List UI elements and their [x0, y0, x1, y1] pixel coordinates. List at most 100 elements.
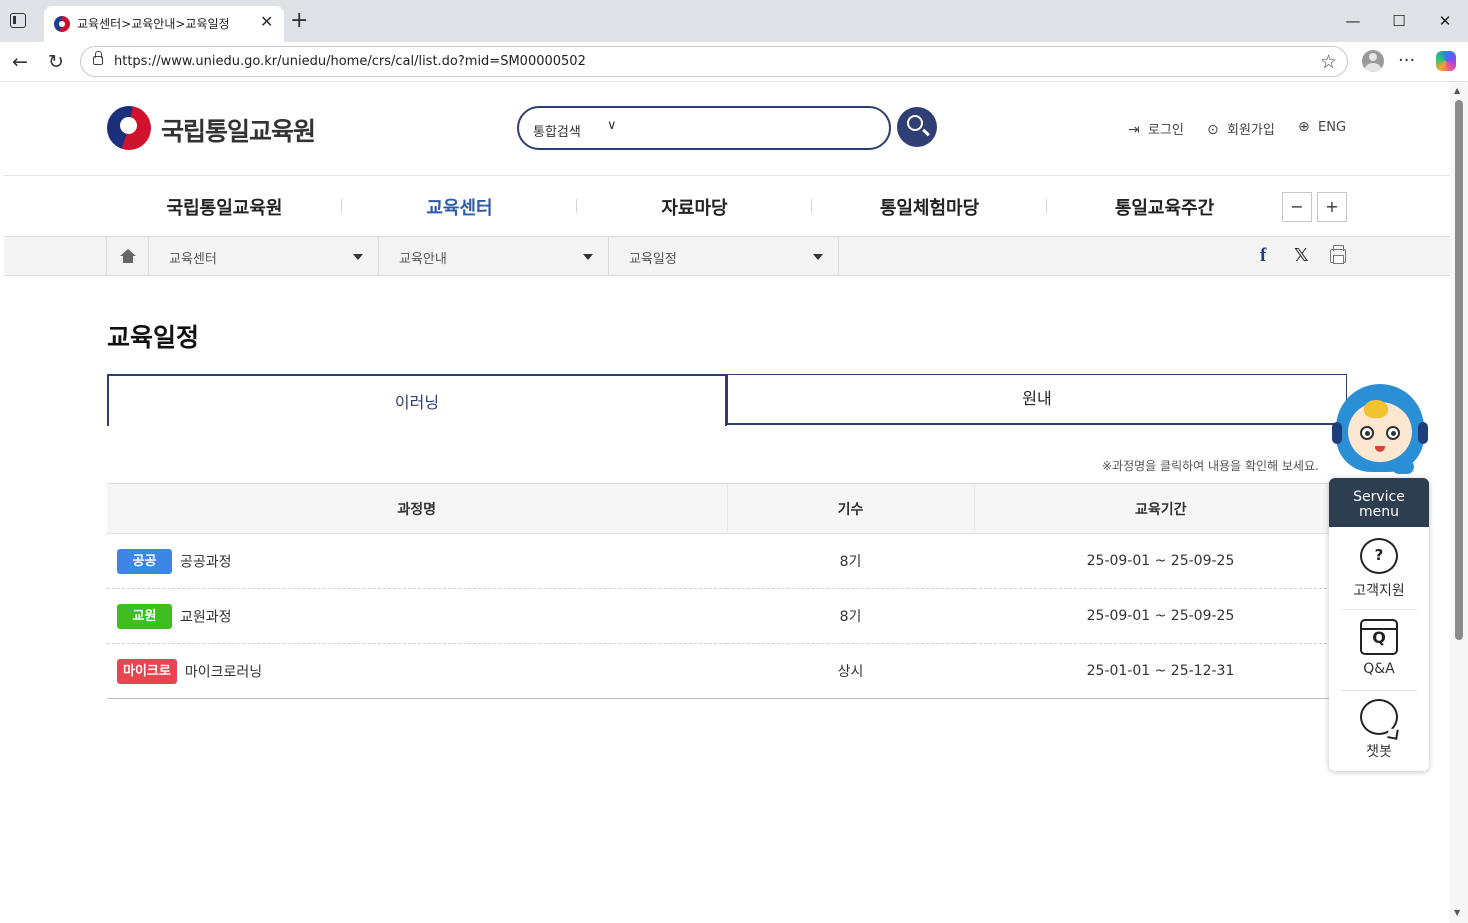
signup-link[interactable]: ⊙ 회원가입	[1207, 119, 1275, 138]
breadcrumb-depth2-select[interactable]: 교육안내	[379, 237, 609, 275]
gnb-item-institute[interactable]: 국립통일교육원	[107, 194, 342, 220]
address-bar: ← ↻ https://www.uniedu.go.kr/uniedu/home…	[0, 42, 1468, 82]
reload-icon[interactable]: ↻	[44, 50, 68, 74]
service-menu-header[interactable]: Service menu	[1329, 478, 1429, 527]
maximize-button[interactable]: ☐	[1384, 8, 1414, 34]
page-scrollbar[interactable]: ▲ ▼	[1450, 82, 1468, 923]
table-row: 교원 교원과정 8기 25-09-01 ~ 25-09-25	[107, 588, 1347, 644]
search-scope-select[interactable]: 통합검색	[533, 121, 581, 140]
period-cell: 25-09-01 ~ 25-09-25	[974, 588, 1347, 644]
copilot-icon[interactable]	[1436, 51, 1456, 71]
column-header-term: 기수	[726, 483, 974, 534]
tab-elearning[interactable]: 이러닝	[107, 374, 727, 426]
term-cell: 8기	[727, 533, 974, 589]
table-notice: ※과정명을 클릭하여 내용을 확인해 보세요.	[1102, 459, 1319, 473]
more-menu-icon[interactable]: ···	[1398, 50, 1415, 71]
scroll-up-icon[interactable]: ▲	[1454, 86, 1460, 95]
user-icon: ⊙	[1207, 122, 1219, 138]
caret-down-icon	[583, 254, 593, 260]
print-icon[interactable]	[1330, 245, 1346, 264]
site-logo-text[interactable]: 국립통일교육원	[161, 112, 316, 148]
course-cell: 마이크로 마이크로러닝	[107, 643, 727, 699]
login-link[interactable]: ⇥ 로그인	[1128, 119, 1184, 138]
course-cell: 공공 공공과정	[107, 533, 727, 589]
period-cell: 25-01-01 ~ 25-12-31	[974, 643, 1347, 699]
qa-label: Q&A	[1363, 661, 1395, 677]
search-button[interactable]	[897, 107, 937, 147]
language-link[interactable]: ⊕ ENG	[1298, 119, 1346, 135]
service-menu: Service menu ? 고객지원 Q Q&A 챗봇	[1329, 478, 1429, 771]
minimize-button[interactable]: —	[1338, 8, 1368, 34]
close-window-button[interactable]: ✕	[1430, 8, 1460, 34]
login-icon: ⇥	[1128, 122, 1140, 138]
main-navigation: 국립통일교육원 교육센터 자료마당 통일체험마당 통일교육주간 − +	[4, 175, 1450, 236]
breadcrumb-depth3-label: 교육일정	[629, 252, 677, 267]
breadcrumb-depth1-select[interactable]: 교육센터	[149, 237, 379, 275]
breadcrumb-depth2-label: 교육안내	[399, 252, 447, 267]
qa-icon: Q	[1360, 619, 1398, 655]
globe-icon: ⊕	[1298, 119, 1310, 135]
new-tab-button[interactable]: +	[290, 9, 308, 33]
zoom-out-button[interactable]: −	[1282, 192, 1312, 222]
chat-bubble-icon	[1360, 699, 1398, 735]
page-viewport: 국립통일교육원 통합검색 ∨ ⇥ 로그인 ⊙ 회원가입 ⊕ ENG 국립통일교육원 교…	[4, 82, 1450, 923]
term-cell: 상시	[727, 643, 974, 699]
course-link[interactable]: 마이크로러닝	[185, 664, 262, 680]
search-input[interactable]: 통합검색 ∨	[517, 106, 891, 150]
scroll-down-icon[interactable]: ▼	[1454, 908, 1460, 917]
browser-tab-bar: 교육센터>교육안내>교육일정 ✕ + — ☐ ✕	[0, 0, 1468, 42]
course-link[interactable]: 공공과정	[180, 554, 232, 570]
tab-actions-icon[interactable]	[10, 13, 26, 28]
course-badge: 공공	[117, 548, 172, 574]
gnb-item-education-center[interactable]: 교육센터	[342, 194, 577, 220]
course-badge: 마이크로	[117, 658, 177, 684]
site-favicon-icon	[54, 16, 70, 32]
mascot-character[interactable]	[1330, 378, 1430, 482]
mascot-hand	[1392, 460, 1414, 474]
mascot-eye	[1360, 426, 1374, 440]
course-link[interactable]: 교원과정	[180, 609, 232, 625]
chatbot-label: 챗봇	[1366, 744, 1392, 760]
url-field[interactable]: https://www.uniedu.go.kr/uniedu/home/crs…	[80, 46, 1348, 77]
breadcrumb-depth3-select[interactable]: 교육일정	[609, 237, 839, 275]
service-menu-title-line2: menu	[1359, 504, 1399, 520]
tab-close-icon[interactable]: ✕	[260, 12, 273, 32]
taegeuk-logo-icon[interactable]	[107, 106, 151, 150]
course-badge: 교원	[117, 603, 172, 629]
chatbot-button[interactable]: 챗봇	[1339, 689, 1419, 769]
mascot-headphone	[1332, 422, 1342, 444]
profile-avatar[interactable]	[1362, 50, 1384, 72]
qa-button[interactable]: Q Q&A	[1339, 609, 1419, 689]
schedule-table: 과정명 기수 교육기간 공공 공공과정 8기 25-09-01 ~ 25-09-2…	[107, 483, 1347, 699]
caret-down-icon	[353, 254, 363, 260]
facebook-share-icon[interactable]: f	[1260, 245, 1266, 267]
chevron-down-icon[interactable]: ∨	[607, 118, 617, 133]
browser-tab[interactable]: 교육센터>교육안내>교육일정 ✕	[44, 6, 284, 42]
favorite-star-icon[interactable]: ☆	[1320, 51, 1337, 73]
scroll-thumb[interactable]	[1455, 100, 1463, 640]
search-icon	[907, 115, 923, 131]
table-header-row: 과정명 기수 교육기간	[107, 483, 1347, 534]
tab-onsite[interactable]: 원내	[727, 374, 1347, 425]
x-share-icon[interactable]: 𝕏	[1294, 245, 1309, 266]
customer-support-label: 고객지원	[1353, 583, 1405, 599]
tab-title: 교육센터>교육안내>교육일정	[77, 17, 230, 31]
back-icon[interactable]: ←	[8, 50, 32, 74]
lock-icon[interactable]	[93, 51, 103, 65]
customer-support-button[interactable]: ? 고객지원	[1339, 528, 1419, 608]
term-cell: 8기	[727, 588, 974, 644]
breadcrumb-depth1-label: 교육센터	[169, 252, 217, 267]
gnb-item-education-week[interactable]: 통일교육주간	[1047, 194, 1282, 220]
home-button[interactable]	[106, 237, 149, 275]
breadcrumb: 교육센터 교육안내 교육일정 f 𝕏	[4, 236, 1450, 276]
column-header-period: 교육기간	[973, 483, 1347, 534]
gnb-item-experience[interactable]: 통일체험마당	[812, 194, 1047, 220]
url-text[interactable]: https://www.uniedu.go.kr/uniedu/home/crs…	[114, 54, 586, 69]
table-row: 공공 공공과정 8기 25-09-01 ~ 25-09-25	[107, 533, 1347, 589]
gnb-item-resources[interactable]: 자료마당	[577, 194, 812, 220]
mascot-eye	[1386, 426, 1400, 440]
zoom-in-button[interactable]: +	[1317, 192, 1347, 222]
mascot-headphone	[1418, 422, 1428, 444]
table-row: 마이크로 마이크로러닝 상시 25-01-01 ~ 25-12-31	[107, 643, 1347, 699]
page-title: 교육일정	[107, 323, 200, 352]
